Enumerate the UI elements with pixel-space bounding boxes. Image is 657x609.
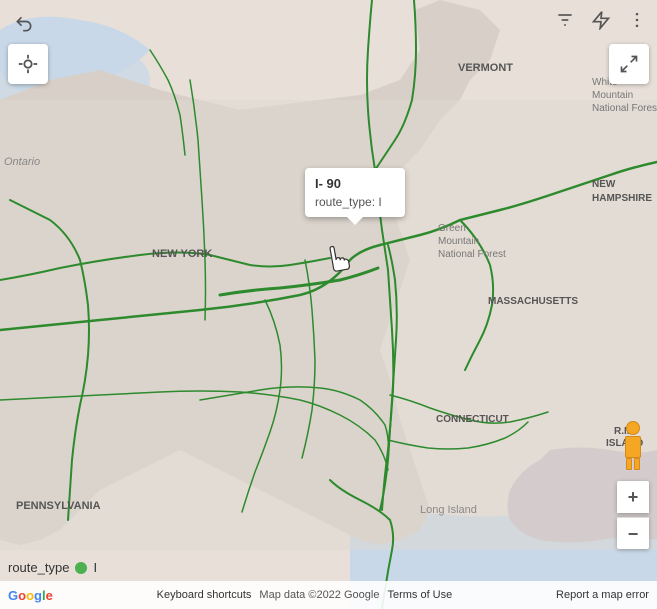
legend-value: I <box>93 560 97 575</box>
toolbar <box>553 8 649 32</box>
map-legend: route_type I <box>8 560 97 575</box>
undo-button[interactable] <box>8 8 40 40</box>
lightning-icon[interactable] <box>589 8 613 32</box>
map-data-text: Map data ©2022 Google <box>259 589 379 601</box>
google-logo: Google <box>8 588 53 603</box>
fullscreen-button[interactable] <box>609 44 649 84</box>
map-controls: + − <box>617 421 649 549</box>
location-button[interactable] <box>8 44 48 84</box>
map-svg <box>0 0 657 609</box>
map-container[interactable]: VERMONT WhiteMountainNational Forest NEW… <box>0 0 657 609</box>
map-tooltip: I- 90 route_type: I <box>305 168 405 217</box>
tooltip-subtitle: route_type: I <box>315 195 395 209</box>
bottom-bar: Google Keyboard shortcuts Map data ©2022… <box>0 581 657 609</box>
terms-link[interactable]: Terms of Use <box>387 589 452 601</box>
zoom-in-button[interactable]: + <box>617 481 649 513</box>
pegman-button[interactable] <box>618 421 648 471</box>
zoom-out-button[interactable]: − <box>617 517 649 549</box>
pegman-legs <box>626 458 640 470</box>
more-icon[interactable] <box>625 8 649 32</box>
report-link[interactable]: Report a map error <box>556 589 649 601</box>
pegman-head <box>626 421 640 435</box>
filter-icon[interactable] <box>553 8 577 32</box>
keyboard-shortcuts-link[interactable]: Keyboard shortcuts <box>157 589 252 601</box>
legend-label: route_type <box>8 560 69 575</box>
legend-dot <box>75 562 87 574</box>
pegman-body <box>625 436 641 458</box>
tooltip-title: I- 90 <box>315 176 395 191</box>
